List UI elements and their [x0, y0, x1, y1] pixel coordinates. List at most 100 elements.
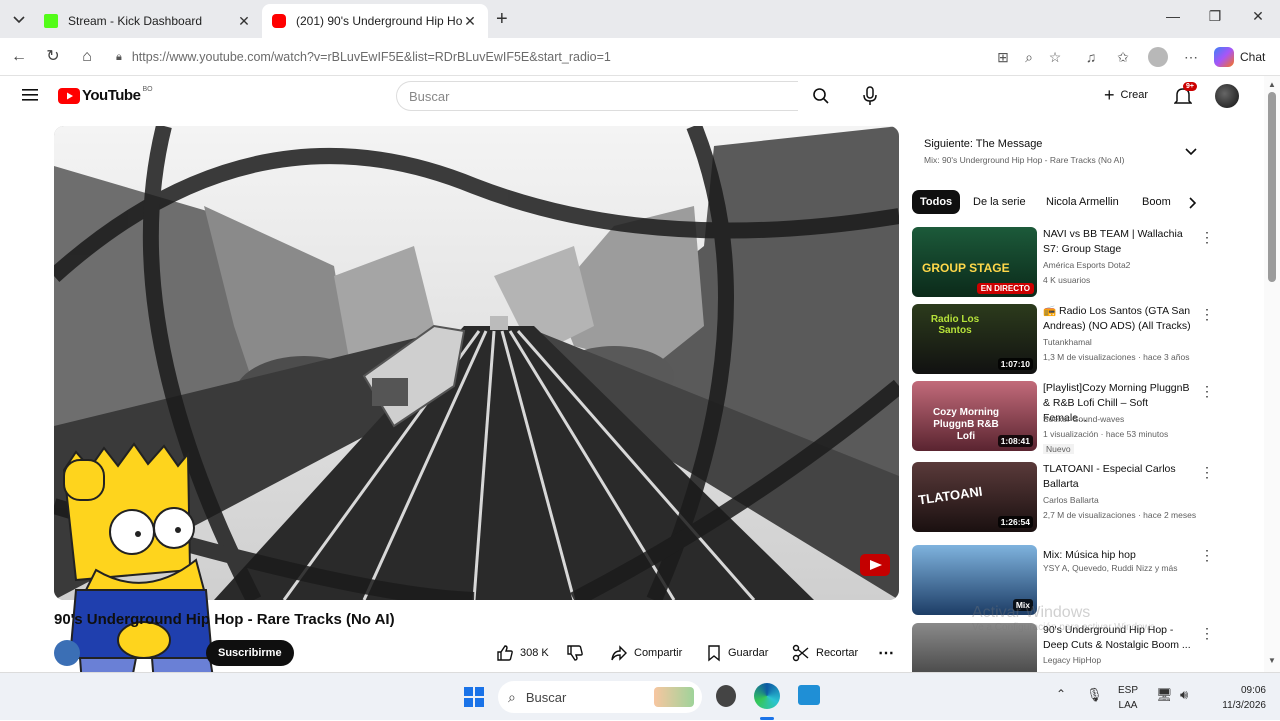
- browser-toolbar: ← ↻ ⌂ 🔒︎ https://www.youtube.com/watch?v…: [0, 38, 1280, 76]
- chip-nicola-armellin[interactable]: Nicola Armellin: [1038, 190, 1127, 214]
- more-icon[interactable]: ⋯: [1182, 48, 1200, 66]
- chevron-down-icon[interactable]: [1184, 144, 1198, 162]
- more-vert-icon[interactable]: ⋮: [1200, 625, 1212, 642]
- app-icon-record[interactable]: [716, 685, 736, 707]
- extensions-icon[interactable]: ♫: [1082, 48, 1100, 66]
- save-label: Guardar: [728, 647, 769, 659]
- back-icon[interactable]: ←: [8, 46, 30, 68]
- voice-search-button[interactable]: [862, 86, 878, 111]
- recommendation-channel: Tutankhamal: [1043, 337, 1092, 347]
- youtube-logo-text: YouTube: [82, 87, 141, 104]
- window-close-icon[interactable]: ✕: [1243, 8, 1273, 25]
- page-scrollbar[interactable]: ▲ ▼: [1264, 76, 1280, 672]
- chip-todos[interactable]: Todos: [912, 190, 961, 214]
- more-vert-icon[interactable]: ⋮: [1200, 306, 1214, 323]
- video-thumbnail: TLATOANI 1:26:54: [912, 462, 1037, 532]
- create-button[interactable]: + Crear: [1104, 86, 1148, 104]
- search-placeholder: Buscar: [409, 88, 450, 104]
- up-next-panel[interactable]: Siguiente: The Message Mix: 90's Undergr…: [912, 128, 1212, 180]
- more-vert-icon[interactable]: ⋮: [1200, 229, 1214, 246]
- profile-avatar[interactable]: [1148, 47, 1168, 67]
- clip-button[interactable]: Recortar: [792, 640, 858, 666]
- scissors-icon: [792, 644, 809, 662]
- recommendation-meta: 2,7 M de visualizaciones · hace 2 meses: [1043, 510, 1197, 520]
- video-duration: 1:26:54: [997, 516, 1033, 528]
- up-next-label: Siguiente: The Message: [924, 138, 1043, 150]
- close-icon[interactable]: ✕: [236, 13, 252, 30]
- more-actions-button[interactable]: ⋯: [878, 640, 894, 666]
- chip-label: Boom: [1142, 196, 1171, 208]
- video-thumbnail: Radio Los Santos 1:07:10: [912, 304, 1037, 374]
- scroll-up-icon[interactable]: ▲: [1268, 80, 1276, 89]
- network-icon[interactable]: 🖥︎: [1156, 687, 1173, 703]
- save-button[interactable]: Guardar: [706, 640, 768, 666]
- menu-icon[interactable]: [22, 88, 38, 107]
- tab-kick-dashboard[interactable]: Stream - Kick Dashboard ✕: [34, 4, 262, 38]
- recommendation-title: 📻 Radio Los Santos (GTA San Andreas) (NO…: [1043, 305, 1191, 332]
- microphone-tray-icon[interactable]: 🎙︎: [1086, 687, 1103, 703]
- app-available-icon[interactable]: ⊞: [994, 48, 1012, 66]
- language-indicator[interactable]: ESP LAA: [1118, 683, 1138, 713]
- dislike-button[interactable]: [566, 640, 590, 666]
- share-button[interactable]: Compartir: [610, 640, 682, 666]
- youtube-favicon-icon: [272, 14, 286, 28]
- activation-watermark: Activar Windows Ve a Configuración para …: [972, 604, 1158, 633]
- new-badge: Nuevo: [1043, 444, 1074, 454]
- search-input[interactable]: Buscar: [396, 81, 798, 111]
- url-text[interactable]: https://www.youtube.com/watch?v=rBLuvEwI…: [132, 50, 611, 64]
- more-vert-icon[interactable]: ⋮: [1200, 464, 1214, 481]
- recommendation-item[interactable]: TLATOANI 1:26:54 TLATOANI - Especial Car…: [912, 462, 1214, 534]
- recommendation-item[interactable]: Radio Los Santos 1:07:10 📻 Radio Los San…: [912, 304, 1214, 376]
- close-icon[interactable]: ✕: [462, 13, 478, 30]
- address-bar[interactable]: 🔒︎ https://www.youtube.com/watch?v=rBLuv…: [104, 42, 1072, 72]
- scrollbar-thumb[interactable]: [1268, 92, 1276, 282]
- tab-youtube[interactable]: (201) 90's Underground Hip Hop ✕: [262, 4, 488, 38]
- recommendation-meta: 1 visualización · hace 53 minutos: [1043, 429, 1169, 439]
- taskbar-search[interactable]: ⌕ Buscar: [498, 681, 702, 713]
- keyboard-region: LAA: [1118, 700, 1138, 711]
- account-avatar[interactable]: [1215, 84, 1239, 108]
- recommendation-item[interactable]: Cozy Morning PluggnB R&B Lofi 1:08:41 [P…: [912, 381, 1214, 454]
- recommendation-title: TLATOANI - Especial Carlos Ballarta: [1043, 463, 1176, 490]
- search-button[interactable]: [798, 81, 844, 111]
- youtube-header: YouTube BO Buscar + Crear 9+: [0, 76, 1264, 116]
- browser-tab-strip: Stream - Kick Dashboard ✕ (201) 90's Und…: [0, 0, 1280, 38]
- clock[interactable]: 09:06 11/3/2026: [1208, 683, 1266, 713]
- zoom-icon[interactable]: ⌕: [1020, 48, 1038, 66]
- subscribe-button[interactable]: Suscribirme: [206, 640, 294, 666]
- channel-avatar[interactable]: [54, 640, 80, 666]
- copilot-button[interactable]: Chat: [1214, 47, 1265, 67]
- minimize-icon[interactable]: —: [1158, 8, 1188, 24]
- search-highlight-icon: [654, 687, 694, 707]
- video-thumbnail: GROUP STAGE EN DIRECTO: [912, 227, 1037, 297]
- more-vert-icon[interactable]: ⋮: [1200, 547, 1214, 564]
- chip-de-la-serie[interactable]: De la serie: [965, 190, 1034, 214]
- windows-start-icon[interactable]: [464, 687, 484, 712]
- new-tab-button[interactable]: +: [496, 8, 508, 31]
- recommendation-title: NAVI vs BB TEAM | Wallachia S7: Group St…: [1043, 228, 1183, 255]
- edge-browser-icon[interactable]: [754, 683, 780, 709]
- search-icon: [813, 88, 829, 104]
- kick-icon: [44, 14, 58, 28]
- like-button[interactable]: 308 K: [496, 640, 549, 666]
- restore-icon[interactable]: ❐: [1200, 8, 1230, 25]
- tab-list-chevron-icon[interactable]: [10, 10, 28, 28]
- photos-app-icon[interactable]: [798, 685, 820, 705]
- chevron-right-icon[interactable]: [1188, 196, 1198, 215]
- tray-expand-icon[interactable]: ⌃: [1056, 687, 1066, 701]
- recommendation-item[interactable]: GROUP STAGE EN DIRECTO NAVI vs BB TEAM |…: [912, 227, 1214, 299]
- volume-icon[interactable]: 🔊︎: [1180, 687, 1188, 703]
- scroll-down-icon[interactable]: ▼: [1268, 656, 1276, 665]
- recommendation-channel: Legacy HipHop: [1043, 655, 1102, 665]
- chip-label: Todos: [920, 196, 953, 208]
- more-vert-icon[interactable]: ⋮: [1200, 383, 1214, 400]
- favorites-icon[interactable]: ✩: [1114, 48, 1132, 66]
- home-icon[interactable]: ⌂: [76, 46, 98, 68]
- notifications-button[interactable]: 9+: [1173, 82, 1197, 111]
- chip-boom[interactable]: Boom: [1134, 190, 1174, 214]
- bookmark-icon: [708, 645, 720, 662]
- recommendation-title: Mix: Música hip hop: [1043, 549, 1136, 561]
- favorite-star-icon[interactable]: ☆: [1046, 48, 1064, 66]
- youtube-logo[interactable]: YouTube BO: [58, 86, 153, 104]
- refresh-icon[interactable]: ↻: [42, 46, 64, 68]
